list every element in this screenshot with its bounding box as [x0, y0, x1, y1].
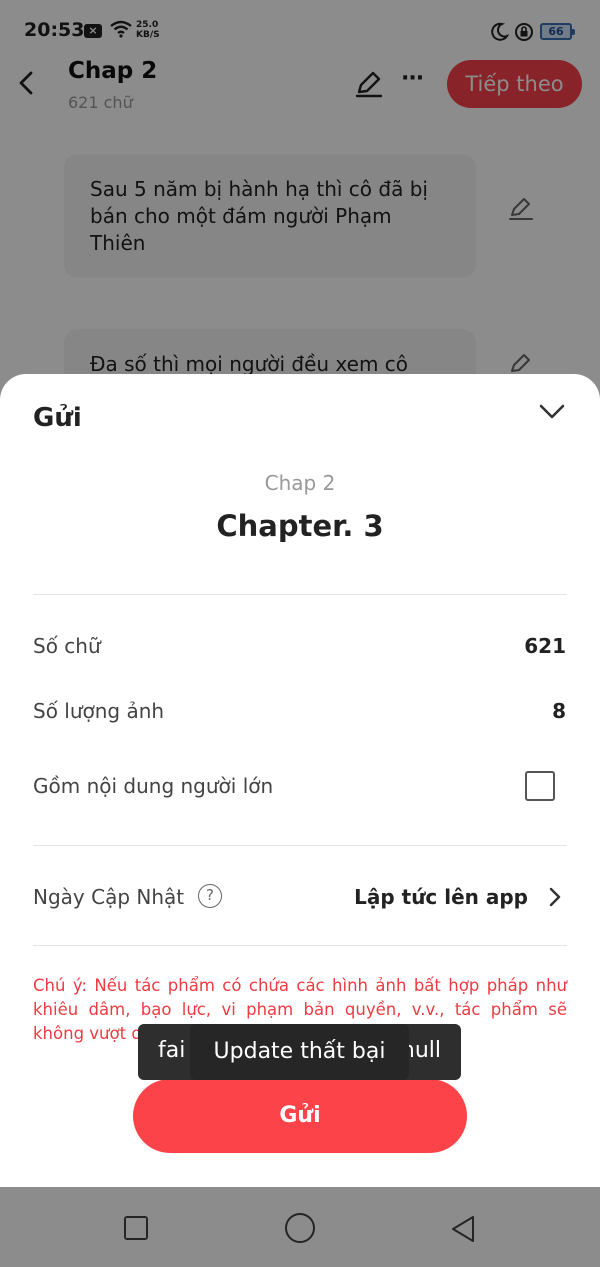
image-count-label: Số lượng ảnh	[33, 699, 165, 723]
image-count-value: 8	[552, 699, 566, 723]
divider	[33, 945, 567, 946]
divider	[33, 594, 567, 595]
sheet-title: Gửi	[33, 403, 82, 433]
adult-content-label: Gồm nội dung người lớn	[33, 774, 274, 798]
update-date-label: Ngày Cập Nhật	[33, 885, 185, 909]
send-button[interactable]: Gửi	[133, 1079, 467, 1153]
sheet-chap-label: Chap 2	[264, 471, 336, 495]
toast-text-left: fai	[158, 1038, 186, 1063]
update-failed-toast: Update thất bại	[190, 1024, 409, 1080]
update-date-value[interactable]: Lập tức lên app	[354, 885, 528, 909]
sheet-chapter-name: Chapter. 3	[216, 509, 384, 543]
help-question-icon[interactable]: ?	[198, 884, 222, 908]
chevron-down-icon[interactable]	[538, 402, 566, 422]
adult-content-checkbox[interactable]	[525, 771, 555, 801]
word-count-value: 621	[524, 634, 566, 658]
chevron-right-icon[interactable]	[547, 886, 563, 908]
word-count-label: Số chữ	[33, 634, 101, 658]
divider	[33, 845, 567, 846]
